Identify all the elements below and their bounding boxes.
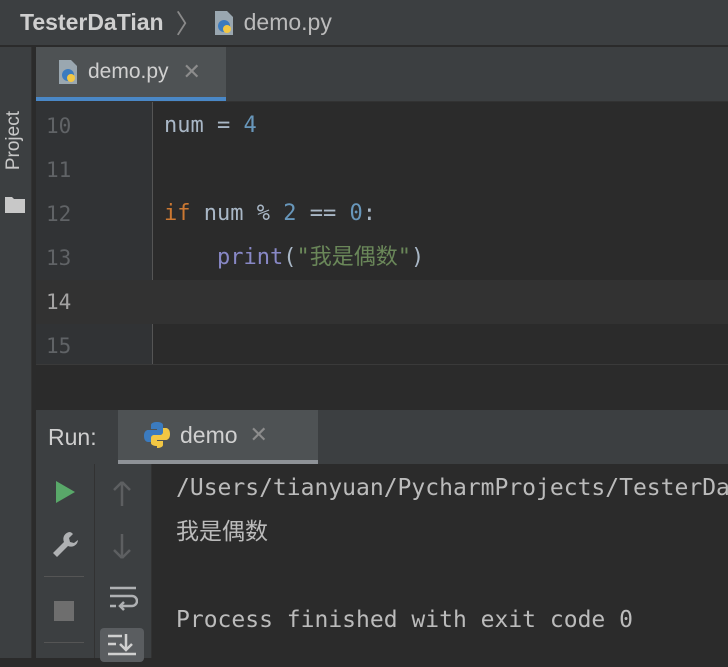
code-var: num % [190, 201, 284, 226]
code-text: print("我是偶数") [164, 236, 424, 280]
code-text: if num % 2 == 0: [164, 192, 376, 236]
code-line[interactable]: 11 [36, 148, 728, 192]
code-line-current[interactable]: 14 [36, 280, 728, 324]
breadcrumb-project[interactable]: TesterDaTian [20, 9, 164, 36]
code-var: num [164, 113, 204, 138]
line-number: 15 [46, 334, 72, 358]
close-tab-icon[interactable]: ✕ [183, 59, 201, 85]
close-run-tab-icon[interactable]: ✕ [250, 422, 268, 448]
code-keyword: if [164, 201, 191, 226]
run-toolbar-primary [36, 464, 95, 658]
scroll-to-end-icon[interactable] [100, 628, 144, 662]
code-op: == [296, 201, 350, 226]
code-paren: ) [410, 245, 425, 270]
tab-label: demo.py [88, 60, 169, 83]
project-tool-strip: Project [0, 47, 32, 658]
run-tab-label: demo [180, 421, 238, 448]
python-icon [142, 420, 172, 450]
console-output[interactable]: /Users/tianyuan/PycharmProjects/TesterDa… [152, 464, 728, 658]
console-line: /Users/tianyuan/PycharmProjects/TesterDa… [176, 475, 728, 501]
code-colon: : [362, 201, 376, 226]
line-number: 13 [46, 246, 72, 270]
line-number: 12 [46, 202, 72, 226]
code-editor[interactable]: 10 num = 4 11 12 if num % 2 == 0: 13 pri… [36, 102, 728, 364]
code-op: = [203, 113, 244, 138]
folder-icon[interactable] [5, 195, 25, 218]
code-paren: ( [283, 245, 297, 270]
run-tab-demo[interactable]: demo ✕ [118, 410, 318, 464]
console-line: Process finished with exit code 0 [176, 607, 633, 633]
tab-demo-py[interactable]: demo.py ✕ [36, 47, 226, 101]
breadcrumb-file[interactable]: demo.py [212, 9, 332, 36]
wrench-icon[interactable] [50, 530, 80, 565]
toolbar-divider [44, 576, 84, 577]
run-panel-header: Run: demo ✕ [36, 410, 728, 465]
line-number: 10 [46, 114, 72, 138]
stop-icon[interactable] [53, 600, 75, 627]
python-file-icon [212, 10, 236, 36]
code-builtin: print [216, 245, 284, 270]
editor-tab-bar: demo.py ✕ [36, 47, 728, 102]
breadcrumb: TesterDaTian 〉 demo.py [0, 0, 728, 46]
code-line[interactable]: 12 if num % 2 == 0: [36, 192, 728, 236]
play-icon[interactable] [54, 480, 76, 509]
arrow-down-icon[interactable] [111, 532, 133, 565]
code-number: 4 [243, 113, 257, 138]
code-line[interactable]: 15 [36, 324, 728, 368]
breadcrumb-file-label: demo.py [243, 9, 332, 35]
code-number: 2 [283, 201, 297, 226]
breadcrumb-separator: 〉 [175, 9, 202, 39]
arrow-up-icon[interactable] [111, 480, 133, 513]
code-string: "我是偶数" [296, 245, 411, 270]
console-line: 我是偶数 [176, 519, 268, 545]
code-number: 0 [349, 201, 363, 226]
soft-wrap-icon[interactable] [108, 584, 139, 619]
python-file-icon [56, 59, 80, 85]
project-tool-button[interactable]: Project [3, 111, 25, 170]
line-number: 14 [46, 290, 72, 314]
code-text: num = 4 [164, 104, 257, 148]
run-toolbar-secondary [95, 464, 152, 662]
editor-bottom-area [36, 364, 728, 411]
run-panel-title: Run: [48, 424, 97, 450]
toolbar-divider [44, 642, 84, 643]
line-number: 11 [46, 158, 72, 182]
code-line[interactable]: 10 num = 4 [36, 104, 728, 148]
code-line[interactable]: 13 print("我是偶数") [36, 236, 728, 280]
